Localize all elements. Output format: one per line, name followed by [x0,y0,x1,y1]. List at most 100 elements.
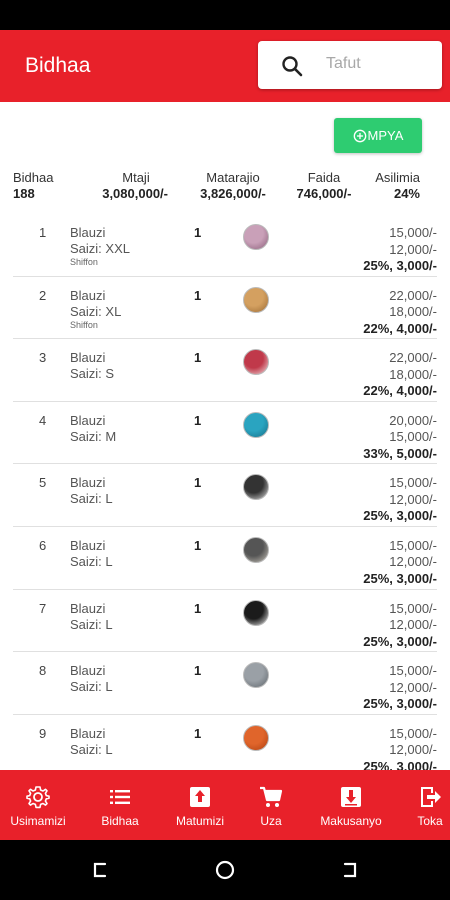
product-thumbnail[interactable] [243,349,269,376]
product-details: Blauzi Saizi: L [70,726,113,758]
product-name: Blauzi [70,475,106,491]
gear-icon [26,786,50,809]
product-name: Blauzi [70,225,106,240]
system-nav-bar [0,840,450,900]
summary-label: Mtaji [122,170,150,185]
product-row[interactable]: 9 Blauzi Saizi: L 1 15,000/- 12,000/- 25… [13,715,437,770]
nav-item-toka[interactable]: Toka [412,784,448,828]
add-product-label: MPYA [367,128,404,143]
product-thumbnail[interactable] [243,286,269,313]
summary-label: Asilimia [375,170,420,185]
page-title: Bidhaa [25,54,91,77]
product-index: 3 [39,350,47,366]
summary-value: 3,080,000/- [102,186,168,201]
product-quantity: 1 [194,537,202,553]
product-index: 8 [39,663,47,679]
product-details: Blauzi Saizi: L [70,475,113,507]
product-index: 6 [39,537,47,553]
summary-value: 3,826,000/- [200,186,266,201]
product-profit: 22%, 4,000/- [363,320,437,336]
product-profit: 33%, 5,000/- [363,445,437,461]
summary-percentage: Asilimia 24% [366,170,420,201]
product-name: Blauzi [70,412,106,428]
nav-item-usimamizi[interactable]: Usimamizi [5,784,71,828]
add-product-button[interactable]: MPYA [334,118,422,153]
summary-bar: Bidhaa 188 Mtaji 3,080,000/- Matarajio 3… [0,170,450,210]
download-icon [341,787,361,807]
nav-item-bidhaa[interactable]: Bidhaa [90,784,150,828]
product-list: 1 Blauzi Saizi: XXL Shiffon 1 15,000/- 1… [0,214,450,770]
search-icon[interactable] [280,54,304,78]
product-size: Saizi: XXL [70,241,130,256]
home-icon[interactable] [215,860,235,880]
product-sell-price: 22,000/- [389,350,437,366]
search-box[interactable] [258,41,442,89]
product-sell-price: 15,000/- [389,663,437,679]
product-row[interactable]: 1 Blauzi Saizi: XXL Shiffon 1 15,000/- 1… [13,214,437,277]
product-thumbnail[interactable] [243,724,269,751]
product-row[interactable]: 4 Blauzi Saizi: M 1 20,000/- 15,000/- 33… [13,402,437,465]
summary-value: 188 [13,186,35,201]
nav-label: Toka [417,814,443,828]
bottom-nav: Usimamizi Bidhaa Matumizi Uza Makusanyo [0,770,450,840]
product-details: Blauzi Saizi: XL Shiffon [70,288,121,331]
product-size: Saizi: M [70,428,117,444]
product-details: Blauzi Saizi: L [70,601,113,633]
back-icon[interactable] [340,860,360,880]
recent-apps-icon[interactable] [90,860,110,880]
product-row[interactable]: 7 Blauzi Saizi: L 1 15,000/- 12,000/- 25… [13,590,437,653]
nav-label: Uza [260,814,282,828]
product-index: 5 [39,475,47,491]
product-name: Blauzi [70,537,106,553]
status-bar [0,0,450,30]
nav-label: Usimamizi [10,814,66,828]
product-name: Blauzi [70,663,106,679]
nav-item-makusanyo[interactable]: Makusanyo [314,784,388,828]
product-row[interactable]: 5 Blauzi Saizi: L 1 15,000/- 12,000/- 25… [13,464,437,527]
product-thumbnail[interactable] [243,224,269,250]
product-quantity: 1 [194,600,202,616]
summary-label: Faida [307,170,341,185]
nav-item-uza[interactable]: Uza [253,784,289,828]
product-thumbnail[interactable] [243,411,269,438]
product-thumbnail[interactable] [243,536,269,563]
product-details: Blauzi Saizi: XXL Shiffon [70,225,130,268]
product-sell-price: 22,000/- [389,287,437,303]
product-prices: 15,000/- 12,000/- 25%, 3,000/- [363,663,437,713]
product-thumbnail[interactable] [243,662,269,689]
add-circle-icon [353,129,366,142]
product-quantity: 1 [194,663,202,679]
summary-label: Matarajio [206,170,260,185]
product-size: Saizi: L [70,491,113,507]
product-profit: 25%, 3,000/- [363,633,437,649]
summary-expected: Matarajio 3,826,000/- [196,170,270,201]
product-details: Blauzi Saizi: S [70,350,114,382]
product-row[interactable]: 2 Blauzi Saizi: XL Shiffon 1 22,000/- 18… [13,277,437,340]
product-material: Shiffon [70,257,98,267]
product-cost-price: 12,000/- [389,679,437,695]
product-prices: 15,000/- 12,000/- 25%, 3,000/- [363,538,437,588]
product-sell-price: 15,000/- [389,537,437,553]
nav-item-matumizi[interactable]: Matumizi [168,784,232,828]
product-cost-price: 12,000/- [389,554,437,570]
summary-capital: Mtaji 3,080,000/- [94,170,168,201]
product-prices: 15,000/- 12,000/- 25%, 3,000/- [363,726,437,770]
product-prices: 20,000/- 15,000/- 33%, 5,000/- [363,413,437,463]
product-cost-price: 12,000/- [389,491,437,507]
product-quantity: 1 [194,475,202,491]
product-sell-price: 15,000/- [389,475,437,491]
search-input[interactable] [326,51,434,77]
product-profit: 22%, 4,000/- [363,383,437,399]
summary-profit: Faida 746,000/- [292,170,356,201]
product-thumbnail[interactable] [243,599,269,626]
product-cost-price: 12,000/- [389,241,437,257]
product-row[interactable]: 6 Blauzi Saizi: L 1 15,000/- 12,000/- 25… [13,527,437,590]
product-size: Saizi: L [70,679,113,695]
product-size: Saizi: L [70,553,113,569]
product-sell-price: 15,000/- [389,725,437,741]
product-quantity: 1 [194,225,202,240]
product-row[interactable]: 8 Blauzi Saizi: L 1 15,000/- 12,000/- 25… [13,652,437,715]
product-quantity: 1 [194,287,202,303]
product-row[interactable]: 3 Blauzi Saizi: S 1 22,000/- 18,000/- 22… [13,339,437,402]
product-thumbnail[interactable] [243,474,269,501]
